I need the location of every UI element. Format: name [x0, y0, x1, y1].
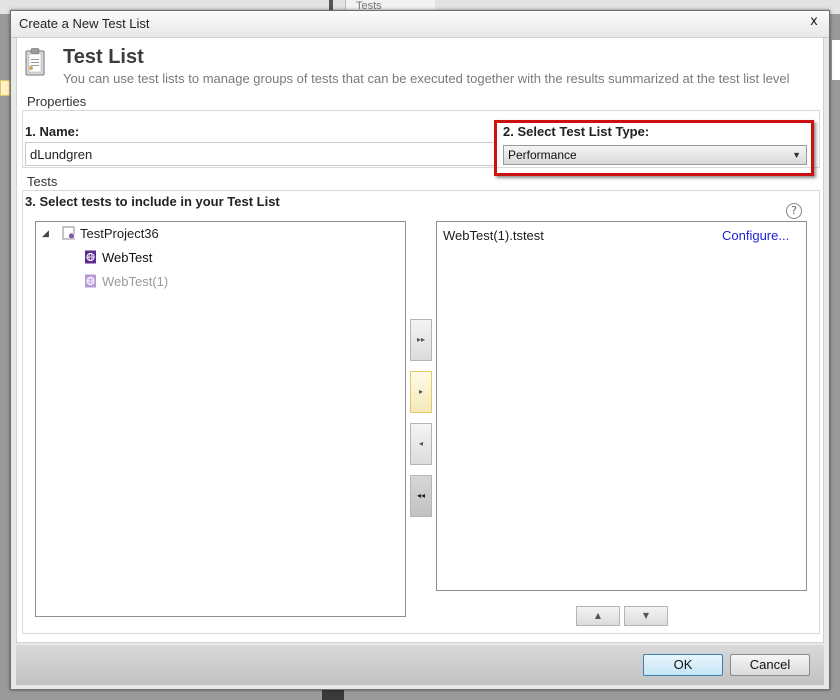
list-item[interactable]: WebTest(1).tstest Configure... [437, 222, 806, 250]
cancel-button[interactable]: Cancel [730, 654, 810, 676]
type-label: 2. Select Test List Type: [503, 124, 650, 139]
selected-test-label: WebTest(1).tstest [443, 228, 544, 243]
tests-group-label: Tests [25, 174, 60, 189]
properties-group-label: Properties [25, 94, 89, 109]
page-title: Test List [63, 46, 144, 68]
help-icon[interactable]: ? [786, 203, 802, 219]
name-field[interactable]: dLundgren [25, 142, 497, 166]
remove-button[interactable]: ◂ [410, 423, 432, 465]
dialog-footer: OK Cancel [16, 645, 824, 685]
move-down-button[interactable]: ▼ [624, 606, 668, 626]
test-list-type-select[interactable]: Performance ▼ [503, 145, 807, 165]
close-button[interactable]: x [807, 14, 821, 30]
dialog-title: Create a New Test List [19, 16, 150, 31]
create-test-list-dialog: Create a New Test List x Test List You c… [10, 10, 830, 690]
background-accent [0, 80, 10, 96]
webtest-icon-disabled [85, 274, 96, 288]
background-panel [832, 40, 840, 80]
remove-all-button[interactable]: ◂◂ [410, 475, 432, 517]
name-label: 1. Name: [25, 124, 80, 139]
available-tests-tree[interactable]: ◢ TestProject36 WebTest WebTest(1) [35, 221, 406, 617]
dialog-titlebar[interactable]: Create a New Test List x [11, 11, 829, 38]
clipboard-icon [25, 48, 45, 76]
chevron-down-icon: ▼ [792, 150, 801, 160]
select-tests-label: 3. Select tests to include in your Test … [25, 194, 280, 209]
add-all-button[interactable]: ▸▸ [410, 319, 432, 361]
tree-node-webtest[interactable]: WebTest [102, 248, 152, 268]
webtest-icon [85, 250, 96, 264]
tree-node-project[interactable]: TestProject36 [80, 224, 159, 244]
add-button[interactable]: ▸ [410, 371, 432, 413]
selected-tests-list[interactable]: WebTest(1).tstest Configure... [436, 221, 807, 591]
type-select-value: Performance [508, 148, 577, 162]
collapse-icon[interactable]: ◢ [42, 229, 49, 239]
tree-node-webtest-1[interactable]: WebTest(1) [102, 272, 168, 292]
move-up-button[interactable]: ▲ [576, 606, 620, 626]
page-subtitle: You can use test lists to manage groups … [63, 71, 790, 86]
dialog-content: Test List You can use test lists to mana… [16, 37, 824, 643]
configure-link[interactable]: Configure... [722, 228, 789, 243]
project-icon [62, 226, 75, 240]
ok-button[interactable]: OK [643, 654, 723, 676]
